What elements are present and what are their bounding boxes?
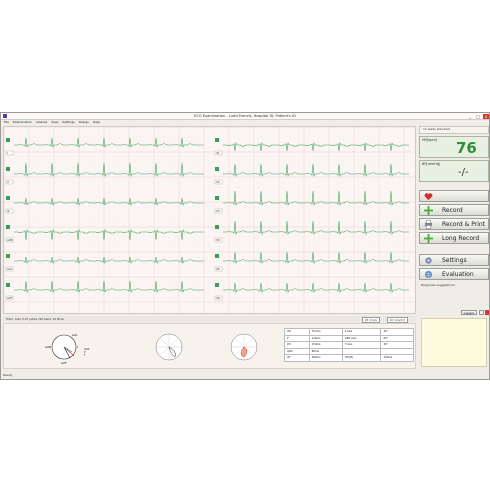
menu-settings[interactable]: Settings [62, 120, 74, 125]
ecg-grid: I V1II V2III V3aVR V4aVL V5aVF V6 [4, 127, 415, 313]
lead-marker[interactable] [215, 138, 219, 142]
lead-label-avl: aVL [7, 267, 13, 271]
lead-label-v2: V2 [216, 180, 220, 184]
bp-value: -/- [458, 167, 469, 178]
bp-label: BP[mmHg] [422, 162, 441, 166]
gear-icon [424, 256, 433, 265]
lead-label-v1: V1 [216, 151, 220, 155]
vector-label-avf: aVF [61, 361, 67, 365]
diagnosis-label: Diagnosis suggestions: [421, 283, 456, 287]
record-print-button[interactable]: Record & Print [419, 218, 489, 230]
vector-loop-frontal [155, 333, 183, 361]
right-panel: 12 leads standard HR[bpm] 76 BP[mmHg] -/… [419, 126, 489, 370]
axis-diagram: aVR aVL I aVF [45, 333, 78, 365]
menu-file[interactable]: File [4, 120, 9, 125]
record-print-label: Record & Print [442, 221, 486, 228]
ecg-trace-v4 [223, 220, 409, 236]
analysis-panel: aVR aVL I aVF QRS P T HR 76/min P axis 4… [3, 323, 416, 369]
leads-selector[interactable]: 12 leads standard [419, 126, 489, 134]
leads-label: 12 leads standard [423, 127, 451, 131]
evaluation-button[interactable]: Evaluation [419, 268, 489, 280]
ecg-trace-v5 [223, 251, 409, 264]
ecg-trace-v2 [223, 163, 409, 178]
lead-label-v3: V3 [216, 209, 220, 213]
long-record-label: Long Record [442, 235, 480, 242]
printer-icon [424, 220, 433, 229]
maximize-button[interactable]: □ [475, 114, 481, 119]
close-button[interactable]: x [483, 114, 489, 119]
lead-marker[interactable] [6, 225, 10, 229]
menu-help[interactable]: Help [93, 120, 100, 125]
heart-button[interactable] [419, 190, 489, 202]
menu-indexes[interactable]: Indexes [36, 120, 48, 125]
ecg-trace-area[interactable]: I V1 II V2 III V3 aVR V4 aVL V5 aVF V6 [3, 126, 416, 314]
record-button[interactable]: Record [419, 204, 489, 216]
ecg-trace-v3 [223, 190, 409, 207]
legend-t: T [84, 354, 86, 358]
app-window: ECG Examination - Ludd Francis, Hospital… [0, 112, 490, 380]
lead-label-avf: aVF [7, 296, 13, 300]
title-bar: ECG Examination - Ludd Francis, Hospital… [1, 113, 489, 120]
menu-view[interactable]: View [51, 120, 58, 125]
lead-marker[interactable] [6, 167, 10, 171]
lead-label-avr: aVR [7, 238, 13, 242]
lead-marker[interactable] [6, 138, 10, 142]
bp-box: BP[mmHg] -/- [419, 160, 489, 182]
table-row: QT 360ms QTc(B) 443ms [284, 354, 414, 362]
record-label: Record [442, 207, 463, 214]
hr-label: HR[bpm] [422, 138, 438, 142]
evaluation-label: Evaluation [442, 271, 474, 278]
table-cell: 443ms [380, 354, 414, 362]
lead-marker[interactable] [6, 254, 10, 258]
globe-icon [424, 270, 433, 279]
filter-status: Filter: Auto 0.07 Jatrex (90 Aabd, 25 Bm… [6, 317, 65, 321]
status-bar: Ready [3, 373, 13, 377]
heart-icon [424, 192, 433, 201]
menu-examination[interactable]: Examination [13, 120, 32, 125]
vector-label-avl: aVL [72, 333, 78, 337]
minimize-button[interactable]: _ [467, 114, 473, 119]
measurements-table: HR 76/min P axis 40° P 116ms QRS axis 60° PQ 154m… [284, 328, 414, 362]
menu-design[interactable]: Design [79, 120, 89, 125]
lead-marker[interactable] [6, 283, 10, 287]
axis-legend: QRS P T [84, 348, 90, 358]
lead-marker[interactable] [215, 254, 219, 258]
plus-icon [424, 234, 433, 243]
table-cell: 360ms [308, 354, 343, 362]
lead-label-v5: V5 [216, 267, 220, 271]
filter-status-line: Filter: Auto 0.07 Jatrex (90 Aabd, 25 Bm… [3, 316, 416, 323]
ecg-trace-v6 [223, 282, 409, 293]
lead-marker[interactable] [215, 196, 219, 200]
lead-marker[interactable] [215, 225, 219, 229]
long-record-button[interactable]: Long Record [419, 232, 489, 244]
lead-marker[interactable] [6, 196, 10, 200]
suggest-button[interactable]: suggest. [461, 310, 477, 315]
hr-value: 76 [456, 139, 477, 157]
vector-loop-horizontal [230, 333, 258, 361]
settings-label: Settings [442, 257, 467, 264]
hr-box: HR[bpm] 76 [419, 136, 489, 158]
menu-bar: File Examination Indexes View Settings D… [1, 120, 489, 125]
lead-label-ii: II [7, 180, 9, 184]
lead-label-iii: III [7, 209, 10, 213]
lead-marker[interactable] [215, 283, 219, 287]
lead-label-v4: V4 [216, 238, 220, 242]
diagnosis-text-area[interactable] [421, 318, 487, 367]
table-cell: QT [284, 354, 310, 362]
window-title: ECG Examination - Ludd Francis, Hospital… [194, 114, 296, 118]
lead-marker[interactable] [215, 167, 219, 171]
vector-label-i: I [77, 345, 78, 349]
delete-icon[interactable] [485, 310, 489, 315]
settings-button[interactable]: Settings [419, 254, 489, 266]
edit-icon[interactable] [479, 310, 484, 315]
table-cell: QTc(B) [341, 354, 382, 362]
lead-label-v6: V6 [216, 296, 220, 300]
plus-icon [424, 206, 433, 215]
vector-label-avr: aVR [45, 345, 51, 349]
